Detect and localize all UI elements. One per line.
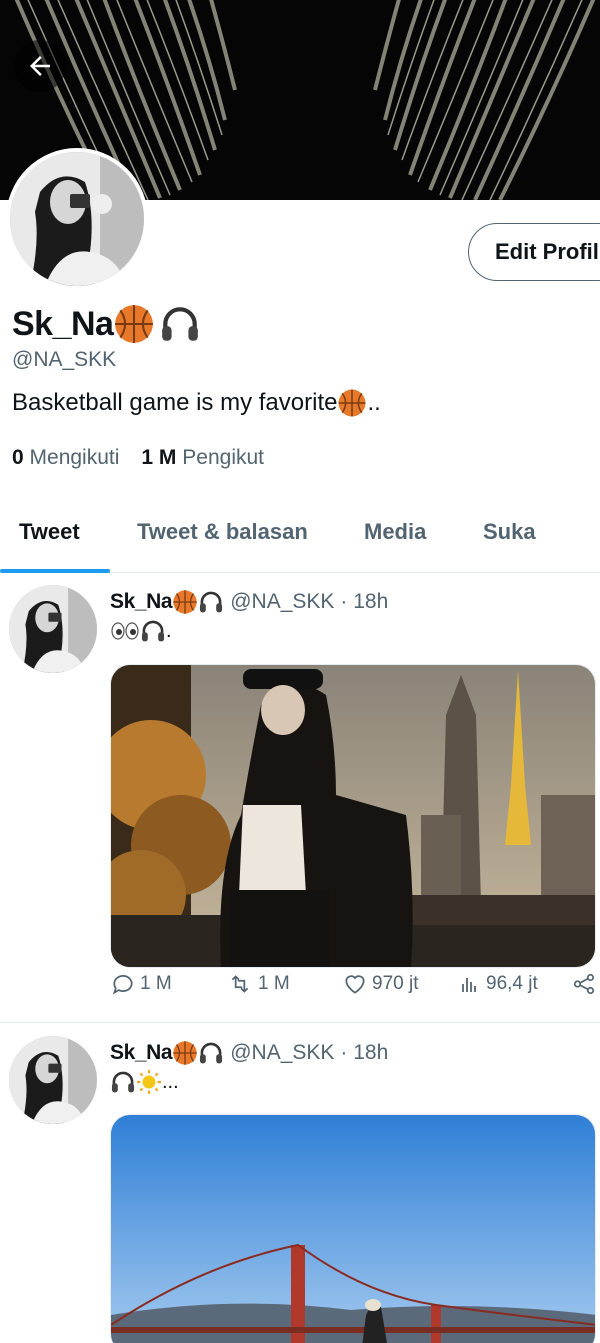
views-count: 96,4 jt (486, 973, 538, 994)
basketball-icon (338, 389, 366, 417)
tweet-header: Sk_Na @NA_SKK · 18h (110, 1040, 388, 1066)
reply-button[interactable]: 1 M (110, 971, 172, 997)
tweet-author-name[interactable]: Sk_Na (110, 590, 173, 614)
heart-icon (345, 975, 365, 994)
tweet-time[interactable]: · 18h (340, 1041, 388, 1065)
tweet-text-suffix: ... (162, 1070, 179, 1093)
headphones-icon (111, 1071, 135, 1093)
photo-golden-gate (111, 1115, 595, 1343)
headphones-icon (200, 1042, 223, 1064)
headphones-icon (200, 591, 223, 613)
profile-name-text: Sk_Na (12, 304, 114, 343)
following-stat[interactable]: 0 Mengikuti (12, 446, 119, 470)
tweet-time[interactable]: · 18h (340, 590, 388, 614)
views-icon (462, 978, 476, 992)
eyes-icon (111, 622, 139, 640)
basketball-icon (115, 305, 154, 343)
reply-icon (112, 975, 133, 995)
reply-count: 1 M (140, 973, 172, 994)
like-button[interactable]: 970 jt (342, 971, 418, 997)
active-tab-indicator (0, 569, 110, 573)
tab-tweet[interactable]: Tweet (19, 519, 80, 545)
retweet-icon (231, 975, 249, 993)
tweet-avatar[interactable] (9, 585, 97, 673)
edit-profile-button[interactable]: Edit Profil (468, 223, 600, 281)
followers-label: Pengikut (182, 446, 265, 469)
tweet-author-handle[interactable]: @NA_SKK (230, 590, 334, 614)
tab-likes[interactable]: Suka (483, 519, 536, 545)
right-wing-illustration (373, 0, 596, 200)
followers-count: 1 M (141, 446, 177, 469)
tweet-divider (0, 1022, 600, 1023)
profile-bio: Basketball game is my favorite .. (12, 388, 381, 418)
avatar-photo (10, 152, 144, 286)
arrow-left-icon (30, 56, 50, 76)
following-count: 0 (12, 446, 24, 469)
profile-handle: @NA_SKK (12, 348, 117, 371)
photo-paris-night (111, 665, 595, 967)
share-button[interactable] (570, 971, 598, 997)
profile-name: Sk_Na (12, 303, 201, 345)
tweet-author-name[interactable]: Sk_Na (110, 1041, 173, 1065)
avatar-photo (9, 585, 97, 673)
tweet-header: Sk_Na @NA_SKK · 18h (110, 589, 388, 615)
sun-icon (137, 1070, 161, 1094)
share-icon (573, 973, 595, 995)
tab-tweet-replies[interactable]: Tweet & balasan (137, 519, 308, 545)
tweet-text: ... (110, 1069, 179, 1095)
tweet-avatar[interactable] (9, 1036, 97, 1124)
followers-stat[interactable]: 1 M Pengikut (141, 446, 264, 470)
headphones-icon (162, 307, 199, 341)
following-label: Mengikuti (29, 446, 120, 469)
tweet-text: . (110, 618, 172, 644)
tab-media[interactable]: Media (364, 519, 426, 545)
like-count: 970 jt (372, 973, 419, 994)
profile-tabs: Tweet Tweet & balasan Media Suka (0, 505, 600, 573)
profile-stats: 0 Mengikuti 1 M Pengikut (12, 446, 264, 470)
headphones-icon (141, 620, 165, 642)
back-button[interactable] (14, 40, 66, 92)
basketball-icon (173, 590, 197, 614)
tweet-text-suffix: . (166, 619, 172, 642)
tweet-author-handle[interactable]: @NA_SKK (230, 1041, 334, 1065)
avatar-photo (9, 1036, 97, 1124)
tweet-image[interactable] (110, 664, 596, 968)
bio-text: Basketball game is my favorite (12, 389, 338, 416)
basketball-icon (173, 1041, 197, 1065)
views-button[interactable]: 96,4 jt (458, 972, 538, 996)
retweet-count: 1 M (258, 973, 290, 994)
profile-avatar[interactable] (6, 148, 148, 290)
tweet-image[interactable] (110, 1114, 596, 1343)
retweet-button[interactable]: 1 M (226, 971, 290, 997)
bio-suffix: .. (367, 389, 381, 416)
